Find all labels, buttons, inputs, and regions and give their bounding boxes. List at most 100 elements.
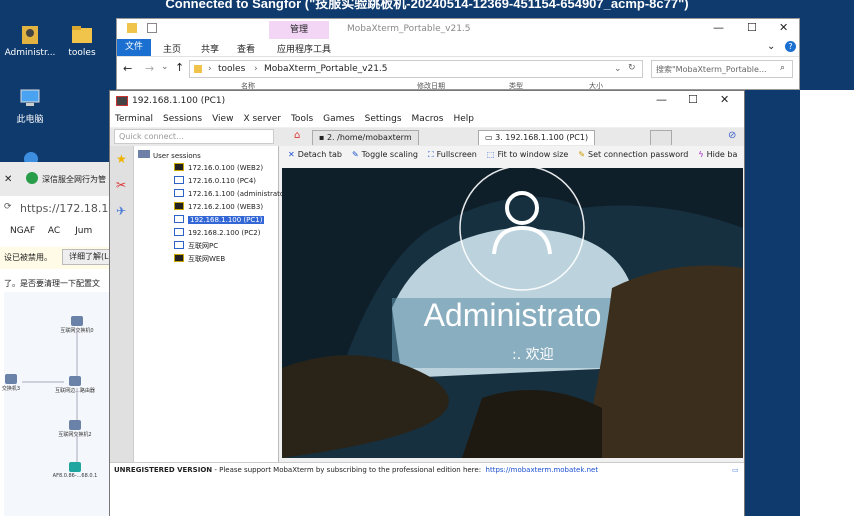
maximize-icon[interactable]: ☐ (747, 21, 757, 34)
minimize-icon[interactable]: — (713, 21, 724, 34)
star-icon[interactable]: ★ (116, 152, 127, 166)
menu-settings[interactable]: Settings (360, 111, 407, 127)
ssh-terminal-icon (174, 163, 184, 171)
mobatek-link[interactable]: https://mobaxterm.mobatek.net (486, 466, 599, 474)
terminal-icon: ▪ (319, 133, 327, 142)
fullscreen-icon: ⛶ (427, 150, 434, 159)
menu-macros[interactable]: Macros (407, 111, 449, 127)
close-icon[interactable]: ✕ (779, 21, 788, 34)
session-item[interactable]: 互联网WEB (174, 254, 225, 265)
session-label: 172.16.0.100 (WEB2) (188, 164, 264, 172)
session-label: 互联网WEB (188, 255, 226, 263)
menu-view[interactable]: View (207, 111, 238, 127)
session-item[interactable]: 172.16.1.100 (administrator) (174, 189, 290, 200)
ribbon-tab-view[interactable]: 查看 (237, 42, 255, 55)
bookmark-ac[interactable]: AC (48, 226, 60, 236)
session-item[interactable]: 192.168.1.100 (PC1) (174, 215, 265, 226)
rdp-monitor-icon (174, 215, 184, 223)
ribbon-tab-share[interactable]: 共享 (201, 42, 219, 55)
ssh-terminal-icon (174, 202, 184, 210)
lightning-icon: ϟ (698, 150, 704, 159)
rdp-toolbar: ✕ Detach tab ✎ Toggle scaling ⛶ Fullscreen ⬚ Fi… (280, 146, 744, 168)
address-bar[interactable]: › tooles › MobaXterm_Portable_v21.5 ⌄ ↻ (189, 60, 643, 78)
key-icon: ✎ (578, 150, 586, 159)
new-tab-button[interactable] (650, 130, 672, 145)
chevron-down-icon[interactable]: ⌄ (614, 64, 622, 74)
session-label: 172.16.0.110 (PC4) (188, 177, 257, 185)
breadcrumb-tooles[interactable]: tooles (218, 64, 245, 74)
scaling-icon: ✎ (351, 150, 359, 159)
desktop-icon-this-pc[interactable]: 此电脑 (0, 86, 60, 125)
remote-welcome: :. 欢迎 (512, 347, 554, 363)
search-box[interactable]: 搜索"MobaXterm_Portable... ⌕ (651, 60, 793, 78)
help-icon[interactable]: ? (785, 41, 796, 52)
hide-bar-button[interactable]: ϟ Hide ba (698, 146, 737, 164)
remote-username: Administrato (423, 297, 602, 333)
toggle-scaling-button[interactable]: ✎ Toggle scaling (352, 146, 418, 164)
connection-title: Connected to Sangfor ("技服实验跳板机-20240514-… (165, 0, 689, 11)
home-icon[interactable]: ⌂ (294, 130, 300, 141)
menu-terminal[interactable]: Terminal (110, 111, 158, 127)
sessions-root[interactable]: User sessions (138, 150, 201, 160)
back-arrow-icon[interactable]: ← (123, 62, 132, 75)
forward-arrow-icon[interactable]: → (145, 62, 154, 75)
browser-tab-title[interactable]: 深信服全网行为管 (42, 174, 106, 185)
background-right-pane (800, 90, 854, 516)
remote-desktop[interactable]: Administrato :. 欢迎 (282, 168, 743, 458)
menu-sessions[interactable]: Sessions (158, 111, 207, 127)
forward-icon[interactable]: ⟳ (4, 202, 12, 212)
refresh-icon[interactable]: ↻ (628, 63, 636, 73)
cleanup-prompt: 了。是否要清理一下配置文 (4, 279, 100, 288)
bookmark-jum[interactable]: Jum (75, 226, 92, 236)
spinner-icon: :. (512, 347, 526, 363)
search-placeholder: 搜索"MobaXterm_Portable... (656, 65, 767, 74)
desktop-icon-tooles[interactable]: tooles (52, 22, 112, 58)
menu-tools[interactable]: Tools (286, 111, 318, 127)
tab-favicon-icon (26, 172, 38, 184)
desktop-icon-label: tooles (68, 48, 96, 58)
menu-xserver[interactable]: X server (238, 111, 286, 127)
ribbon-tab-file[interactable]: 文件 (117, 39, 151, 56)
detach-tab-button[interactable]: ✕ Detach tab (288, 146, 342, 164)
ribbon-context-tab[interactable]: 管理 (269, 21, 329, 39)
session-label: 192.168.2.100 (PC2) (188, 229, 261, 237)
session-item[interactable]: 172.16.0.100 (WEB2) (174, 163, 263, 174)
minimize-icon[interactable]: — (656, 93, 667, 106)
ribbon-tab-app-tools[interactable]: 应用程序工具 (277, 42, 331, 55)
menu-games[interactable]: Games (318, 111, 359, 127)
tab-pc1[interactable]: ▭ 3. 192.168.1.100 (PC1) (478, 130, 596, 145)
close-icon[interactable]: ✕ (720, 93, 729, 106)
session-item[interactable]: 192.168.2.100 (PC2) (174, 228, 260, 239)
tab-home-mobaxterm[interactable]: ▪ 2. /home/mobaxterm (312, 130, 419, 145)
session-label: 172.16.2.100 (WEB3) (188, 203, 264, 211)
menu-help[interactable]: Help (448, 111, 479, 127)
session-label: 互联网PC (188, 242, 219, 250)
quick-connect-input[interactable]: Quick connect... (114, 129, 274, 144)
up-arrow-icon[interactable]: ↑ (175, 61, 184, 74)
address-bar[interactable]: https://172.18.1.2/ (20, 202, 123, 215)
maximize-icon[interactable]: ☐ (688, 93, 698, 106)
details-button[interactable]: 详细了解(L) (62, 249, 116, 265)
session-item[interactable]: 172.16.2.100 (WEB3) (174, 202, 263, 213)
tab-label: 2. /home/mobaxterm (326, 133, 412, 142)
folder-icon (127, 23, 137, 33)
send-icon[interactable]: ✈ (116, 204, 126, 218)
desktop-icon-admin[interactable]: Administr... (0, 22, 60, 58)
session-item[interactable]: 互联网PC (174, 241, 218, 252)
close-icon[interactable]: ✕ (4, 174, 12, 185)
chevron-down-icon[interactable]: ⌄ (767, 41, 775, 52)
mobaxterm-window: 192.168.1.100 (PC1) — ☐ ✕ Terminal Sessio… (109, 90, 745, 516)
set-password-button[interactable]: ✎ Set connection password (578, 146, 688, 164)
checkbox-icon[interactable] (147, 23, 157, 33)
breadcrumb-moba[interactable]: MobaXterm_Portable_v21.5 (264, 64, 388, 74)
attach-icon[interactable]: ⊘ (728, 130, 736, 141)
search-icon: ⌕ (780, 63, 786, 73)
chevron-down-icon[interactable]: ⌄ (161, 62, 169, 72)
bookmark-ngaf[interactable]: NGAF (10, 226, 35, 236)
fullscreen-button[interactable]: ⛶ Fullscreen (428, 146, 477, 164)
rdp-monitor-icon (174, 189, 184, 197)
tools-icon[interactable]: ✂ (116, 178, 126, 192)
session-item[interactable]: 172.16.0.110 (PC4) (174, 176, 256, 187)
ribbon-tab-home[interactable]: 主页 (163, 42, 181, 55)
fit-window-button[interactable]: ⬚ Fit to window size (487, 146, 568, 164)
